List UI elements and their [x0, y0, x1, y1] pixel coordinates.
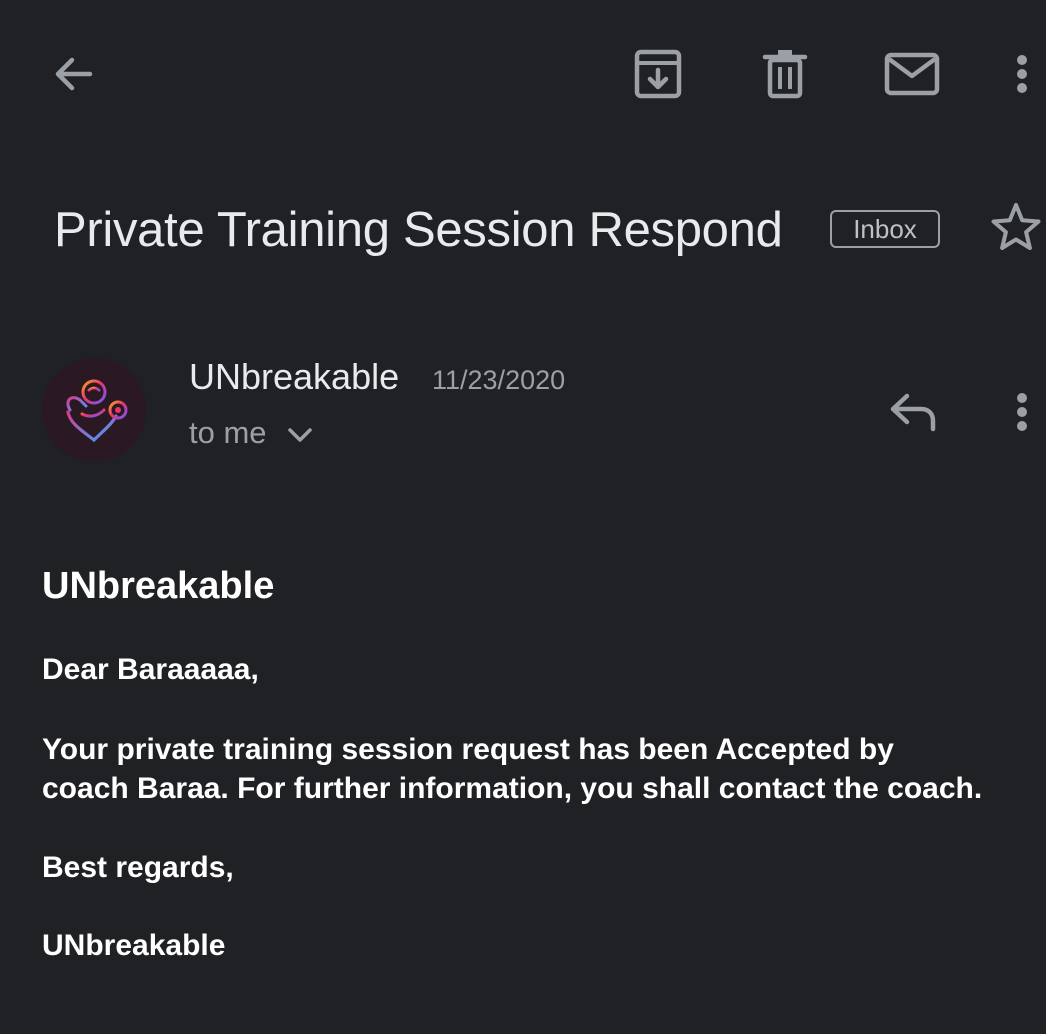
arrow-back-icon [55, 57, 93, 91]
email-subject: Private Training Session Respond [54, 203, 783, 257]
trash-icon [762, 50, 808, 99]
star-outline-icon [991, 203, 1041, 250]
more-options-button[interactable] [1000, 46, 1044, 102]
back-button[interactable] [40, 46, 104, 102]
email-date: 11/23/2020 [432, 365, 566, 395]
body-closing: Best regards, [42, 851, 234, 884]
body-paragraph-line-2: coach Baraa. For further information, yo… [42, 772, 983, 805]
reply-icon [890, 393, 936, 432]
delete-button[interactable] [754, 44, 816, 104]
recipient-label: to me [189, 415, 267, 450]
unbreakable-logo-icon [66, 379, 128, 443]
message-more-options-button[interactable] [1000, 384, 1044, 440]
star-button[interactable] [986, 196, 1046, 258]
body-signature: UNbreakable [42, 929, 226, 962]
chevron-down-icon [287, 428, 312, 442]
body-paragraph-line-1: Your private training session request ha… [42, 733, 894, 766]
archive-button[interactable] [626, 44, 690, 104]
sender-name[interactable]: UNbreakable [189, 352, 399, 402]
recipient-details-toggle[interactable]: to me [189, 408, 313, 458]
body-heading: UNbreakable [42, 565, 275, 607]
archive-icon [634, 49, 682, 99]
mail-icon [884, 52, 940, 96]
more-vert-icon [1017, 393, 1027, 431]
sender-avatar[interactable] [42, 358, 146, 462]
more-vert-icon [1017, 55, 1027, 93]
inbox-label-chip[interactable]: Inbox [830, 210, 940, 248]
reply-button[interactable] [880, 384, 946, 440]
body-greeting: Dear Baraaaaa, [42, 653, 259, 686]
mark-unread-button[interactable] [878, 46, 946, 102]
